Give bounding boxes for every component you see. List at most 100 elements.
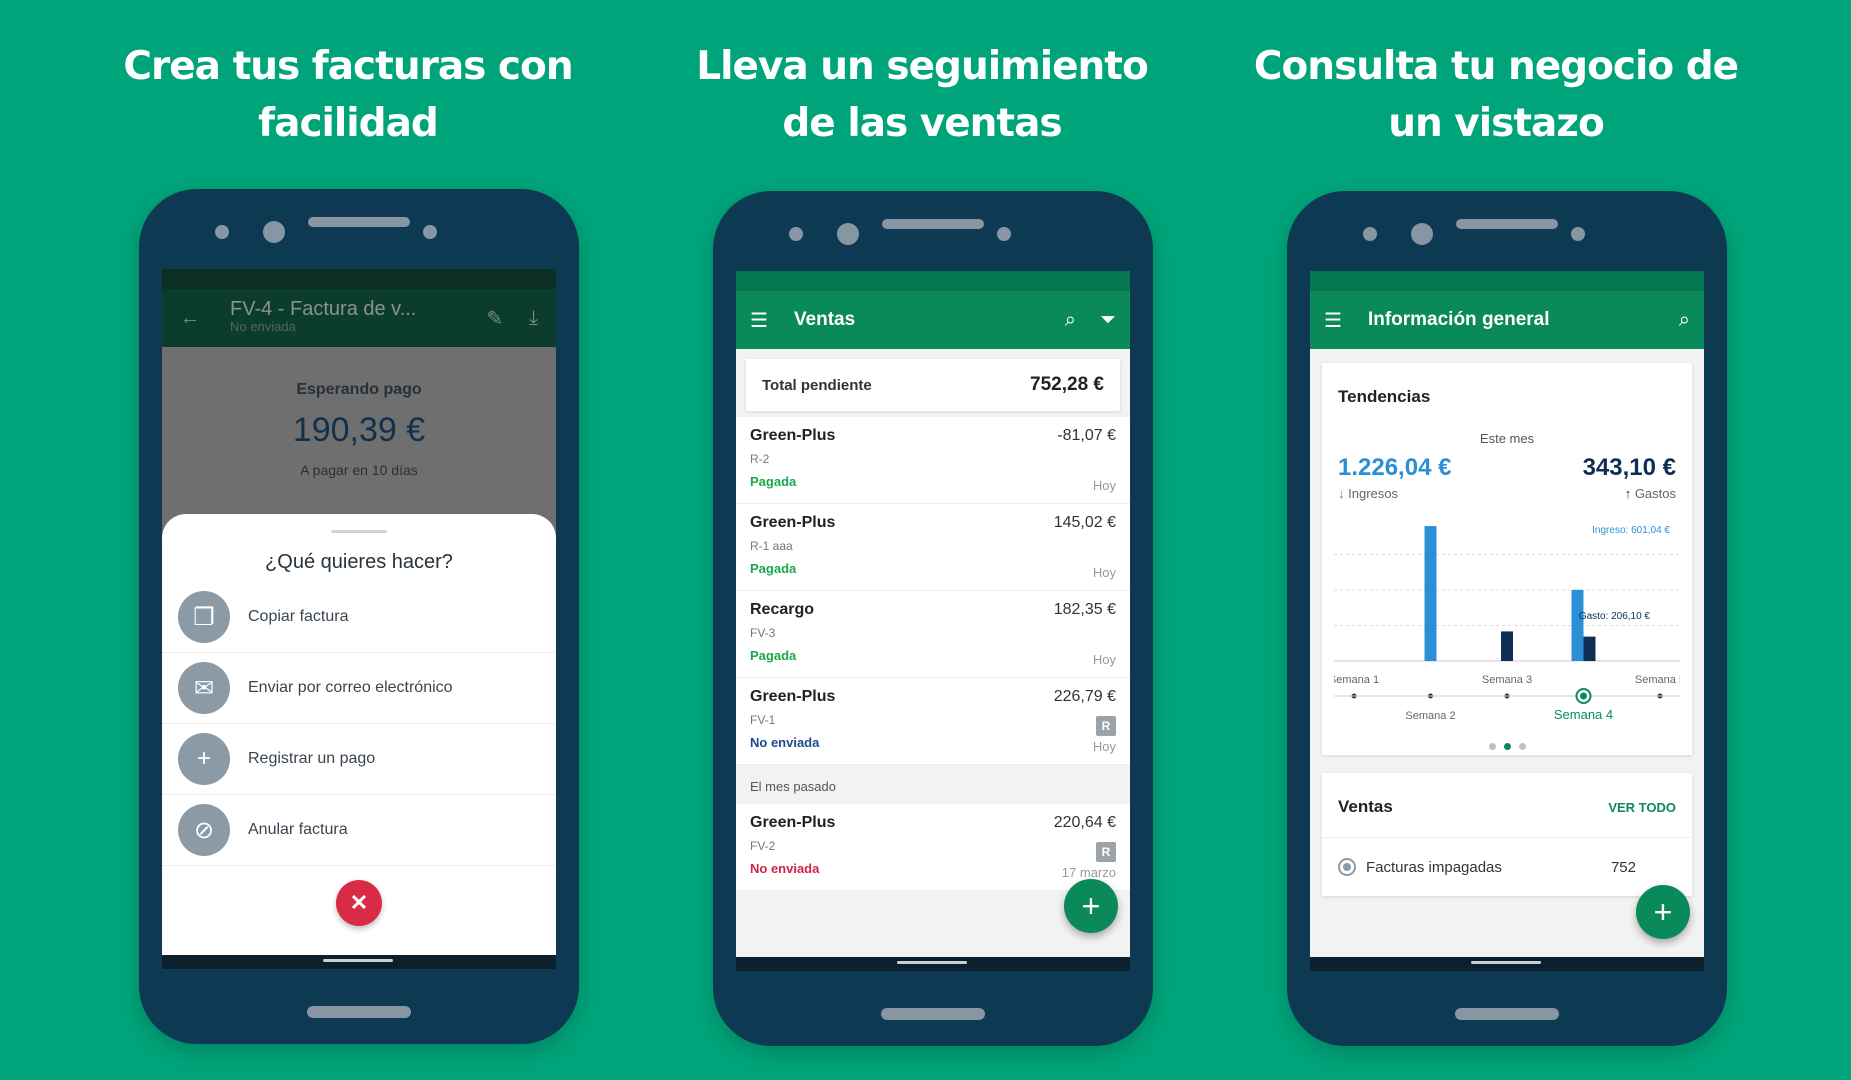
headline-overview: Consulta tu negocio de un vistazo	[1216, 38, 1776, 152]
action-label: Registrar un pago	[248, 750, 376, 767]
card-title: Tendencias	[1338, 387, 1431, 406]
invoice-value: 145,02 €	[1053, 514, 1116, 531]
expenses-label: Gastos	[1634, 486, 1676, 501]
tick-label: Semana 1	[1334, 674, 1379, 686]
sheet-handle[interactable]	[331, 530, 387, 533]
row-label: Facturas impagadas	[1366, 858, 1502, 876]
add-invoice-button[interactable]: +	[1064, 879, 1118, 933]
row-value: 752	[1610, 858, 1636, 876]
page-indicator	[1322, 737, 1692, 755]
tick-label: Semana 5	[1635, 674, 1680, 686]
total-label: Total pendiente	[762, 376, 872, 394]
phone-camera	[1411, 223, 1433, 245]
action-label: Copiar factura	[248, 608, 349, 625]
invoice-subtitle: No enviada	[230, 319, 296, 334]
weekly-bar-chart[interactable]: Semana 1 Semana 2 Semana 3 Semana 4 Semana 5…	[1329, 511, 1685, 726]
sheet-title: ¿Qué quieres hacer?	[265, 551, 453, 573]
invoice-title: FV-4 - Factura de v...	[230, 298, 417, 320]
add-button[interactable]: +	[1636, 885, 1690, 939]
phone-camera	[837, 223, 859, 245]
arrow-down-icon: ↓	[1338, 486, 1345, 501]
invoice-ref: FV-2	[750, 839, 776, 853]
home-indicator	[1310, 957, 1704, 971]
search-icon[interactable]: ⌕	[1679, 309, 1690, 332]
page-dot[interactable]	[1518, 743, 1526, 750]
card-title: Ventas	[1338, 797, 1393, 816]
invoice-date: Hoy	[1092, 478, 1116, 493]
page-title: Información general	[1367, 309, 1550, 330]
page-dot[interactable]	[1488, 743, 1496, 750]
expenses-value: 343,10 €	[1582, 454, 1676, 481]
status-badge: Pagada	[750, 561, 797, 576]
due-text: A pagar en 10 días	[300, 462, 418, 478]
view-all-link[interactable]: VER TODO	[1608, 800, 1676, 815]
invoice-ref: R-2	[750, 452, 770, 466]
list-item[interactable]: Green-Plus FV-2 No enviada 220,64 € R 17…	[736, 804, 1130, 891]
trends-card: Tendencias Este mes 1.226,04 € ↓ Ingreso…	[1322, 363, 1692, 755]
home-indicator	[736, 957, 1130, 971]
back-arrow-icon[interactable]: ←	[180, 307, 200, 330]
status-badge: No enviada	[750, 735, 820, 750]
page-title: Ventas	[793, 309, 856, 330]
total-value: 752,28 €	[1030, 374, 1104, 395]
bar-ingreso	[1424, 526, 1437, 661]
income-kpi: 1.226,04 € ↓ Ingresos	[1338, 454, 1451, 501]
action-send-email[interactable]: ✉ Enviar por correo electrónico	[162, 653, 556, 724]
section-header: El mes pasado	[736, 765, 1130, 804]
phone-sensor	[997, 227, 1011, 241]
income-label: Ingresos	[1348, 486, 1398, 501]
action-cancel-invoice[interactable]: ⊘ Anular factura	[162, 795, 556, 866]
app-bar: ← FV-4 - Factura de v... No enviada ✎ ⤓	[162, 289, 556, 347]
status-bar	[1310, 271, 1704, 291]
unpaid-invoices-row[interactable]: Facturas impagadas 752	[1322, 838, 1692, 896]
invoice-value: 182,35 €	[1053, 601, 1116, 618]
list-item[interactable]: Recargo FV-3 Pagada 182,35 € Hoy	[736, 591, 1130, 678]
home-indicator	[162, 955, 556, 969]
headline-line: Lleva un seguimiento	[696, 44, 1148, 89]
action-copy-invoice[interactable]: ❐ Copiar factura	[162, 582, 556, 653]
action-register-payment[interactable]: + Registrar un pago	[162, 724, 556, 795]
invoice-date: Hoy	[1092, 652, 1116, 667]
invoice-date: 17 marzo	[1061, 865, 1116, 880]
phone-screen: ☰ Ventas ⌕ ⏷ Total pendiente 752,28 € Gr…	[736, 271, 1130, 971]
data-label-gasto: Gasto: 206,10 €	[1579, 611, 1651, 622]
plus-icon: +	[178, 733, 230, 785]
list-item[interactable]: Green-Plus R-1 aaa Pagada 145,02 € Hoy	[736, 504, 1130, 591]
search-icon[interactable]: ⌕	[1065, 309, 1076, 332]
bar-gasto	[1583, 636, 1596, 661]
invoice-value: -81,07 €	[1057, 427, 1116, 444]
list-item[interactable]: Green-Plus R-2 Pagada -81,07 € Hoy	[736, 417, 1130, 504]
phone-overview: ☰ Información general ⌕ Tendencias Este …	[1287, 191, 1727, 1046]
headline-sales: Lleva un seguimiento de las ventas	[642, 38, 1202, 152]
status-bar	[162, 269, 556, 289]
phone-screen: ← FV-4 - Factura de v... No enviada ✎ ⤓ …	[162, 269, 556, 969]
total-pending-card: Total pendiente 752,28 €	[746, 359, 1120, 411]
headline-line: Crea tus facturas con	[123, 44, 573, 89]
recurring-badge: R	[1096, 842, 1116, 862]
menu-icon[interactable]: ☰	[1324, 308, 1342, 333]
list-item[interactable]: Green-Plus FV-1 No enviada 226,79 € R Ho…	[736, 678, 1130, 765]
tick-label: Semana 2	[1405, 710, 1455, 722]
radio-icon	[1338, 858, 1356, 876]
close-sheet-button[interactable]: ✕	[336, 880, 382, 926]
menu-icon[interactable]: ☰	[750, 308, 768, 333]
filter-icon[interactable]: ⏷	[1100, 309, 1116, 332]
edit-pencil-icon[interactable]: ✎	[486, 306, 503, 331]
phone-chin	[881, 1008, 985, 1020]
action-label: Enviar por correo electrónico	[248, 679, 453, 696]
phone-sensor	[215, 225, 229, 239]
bar-gasto	[1501, 631, 1513, 661]
tick-label: Semana 4	[1554, 707, 1613, 722]
period-label: Este mes	[1479, 431, 1535, 446]
action-label: Anular factura	[248, 821, 348, 838]
app-bar: ☰ Información general ⌕	[1310, 291, 1704, 349]
invoice-value: 226,79 €	[1053, 688, 1116, 705]
invoice-ref: R-1 aaa	[750, 539, 793, 553]
download-icon[interactable]: ⤓	[529, 306, 538, 331]
tick-label: Semana 3	[1482, 674, 1532, 686]
page-dot-active[interactable]	[1503, 743, 1511, 750]
invoice-title-block: FV-4 - Factura de v... No enviada	[230, 298, 417, 336]
invoice-value: 220,64 €	[1053, 814, 1116, 831]
headline-line: facilidad	[258, 101, 439, 146]
recurring-badge: R	[1096, 716, 1116, 736]
